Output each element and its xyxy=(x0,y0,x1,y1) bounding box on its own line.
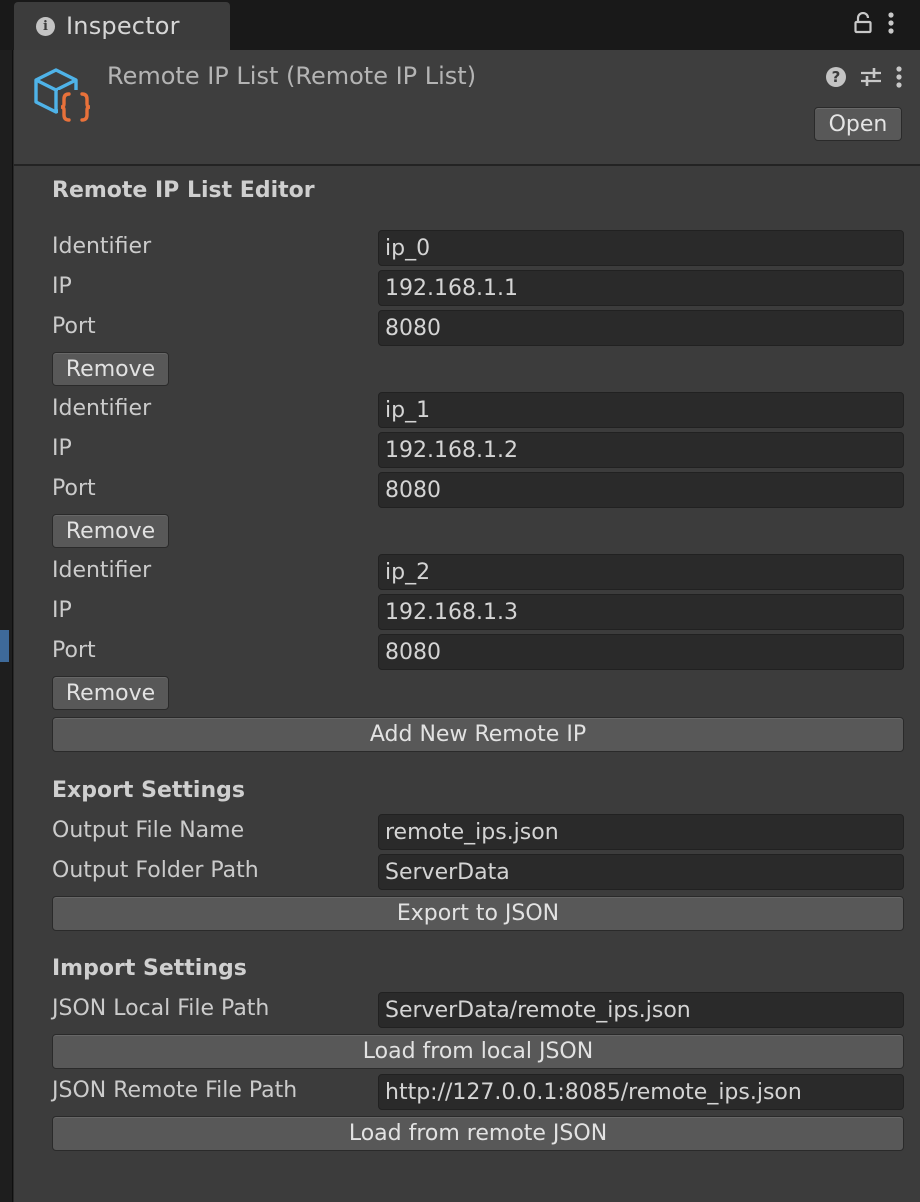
scriptable-object-icon xyxy=(34,68,94,122)
info-icon: i xyxy=(36,16,55,36)
json-local-path-row: JSON Local File Path ServerData/remote_i… xyxy=(52,992,904,1028)
json-remote-path-label: JSON Remote File Path xyxy=(52,1078,298,1103)
help-icon[interactable]: ? xyxy=(826,67,846,87)
port-row: Port 8080 xyxy=(52,472,904,508)
identifier-label: Identifier xyxy=(52,396,152,421)
port-label: Port xyxy=(52,476,96,501)
output-folder-path-field[interactable]: ServerData xyxy=(378,854,904,890)
kebab-menu-icon[interactable] xyxy=(888,12,894,34)
identifier-field[interactable]: ip_0 xyxy=(378,230,904,266)
port-label: Port xyxy=(52,638,96,663)
kebab-menu-icon[interactable] xyxy=(896,66,902,88)
output-file-name-field[interactable]: remote_ips.json xyxy=(378,814,904,850)
left-dock-strip xyxy=(0,50,13,1202)
identifier-row: Identifier ip_2 xyxy=(52,554,904,590)
json-local-path-label: JSON Local File Path xyxy=(52,996,270,1021)
identifier-label: Identifier xyxy=(52,234,152,259)
identifier-field[interactable]: ip_1 xyxy=(378,392,904,428)
port-field[interactable]: 8080 xyxy=(378,310,904,346)
ip-field[interactable]: 192.168.1.2 xyxy=(378,432,904,468)
json-remote-path-field[interactable]: http://127.0.0.1:8085/remote_ips.json xyxy=(378,1074,904,1110)
output-file-name-label: Output File Name xyxy=(52,818,245,843)
tab-title: Inspector xyxy=(66,12,180,40)
ip-row: IP 192.168.1.3 xyxy=(52,594,904,630)
ip-field[interactable]: 192.168.1.3 xyxy=(378,594,904,630)
load-remote-json-button[interactable]: Load from remote JSON xyxy=(52,1116,904,1151)
remove-button[interactable]: Remove xyxy=(52,676,169,710)
identifier-row: Identifier ip_0 xyxy=(52,230,904,266)
port-label: Port xyxy=(52,314,96,339)
section-title-export: Export Settings xyxy=(52,778,245,803)
export-json-button[interactable]: Export to JSON xyxy=(52,896,904,931)
remove-button[interactable]: Remove xyxy=(52,514,169,548)
add-remote-ip-button[interactable]: Add New Remote IP xyxy=(52,717,904,752)
inspector-panel: Remote IP List (Remote IP List) ? Open R… xyxy=(14,50,920,1202)
port-field[interactable]: 8080 xyxy=(378,634,904,670)
tab-inspector[interactable]: i Inspector xyxy=(14,2,230,50)
json-local-path-field[interactable]: ServerData/remote_ips.json xyxy=(378,992,904,1028)
selection-marker xyxy=(0,630,9,662)
tab-bar: i Inspector xyxy=(0,0,920,50)
port-row: Port 8080 xyxy=(52,310,904,346)
asset-title: Remote IP List (Remote IP List) xyxy=(107,62,477,90)
output-folder-path-label: Output Folder Path xyxy=(52,858,259,883)
identifier-field[interactable]: ip_2 xyxy=(378,554,904,590)
header-tools: ? xyxy=(826,66,902,88)
ip-row: IP 192.168.1.2 xyxy=(52,432,904,468)
identifier-label: Identifier xyxy=(52,558,152,583)
remove-button[interactable]: Remove xyxy=(52,352,169,386)
load-local-json-button[interactable]: Load from local JSON xyxy=(52,1034,904,1069)
lock-icon[interactable] xyxy=(854,12,872,34)
open-button[interactable]: Open xyxy=(814,107,902,141)
ip-label: IP xyxy=(52,436,72,461)
port-row: Port 8080 xyxy=(52,634,904,670)
ip-field[interactable]: 192.168.1.1 xyxy=(378,270,904,306)
identifier-row: Identifier ip_1 xyxy=(52,392,904,428)
output-file-name-row: Output File Name remote_ips.json xyxy=(52,814,904,850)
ip-row: IP 192.168.1.1 xyxy=(52,270,904,306)
port-field[interactable]: 8080 xyxy=(378,472,904,508)
ip-label: IP xyxy=(52,274,72,299)
output-folder-path-row: Output Folder Path ServerData xyxy=(52,854,904,890)
section-title-import: Import Settings xyxy=(52,956,247,981)
json-remote-path-row: JSON Remote File Path http://127.0.0.1:8… xyxy=(52,1074,904,1110)
ip-label: IP xyxy=(52,598,72,623)
tab-tools xyxy=(854,12,894,34)
section-title-editor: Remote IP List Editor xyxy=(52,178,315,203)
settings-sliders-icon[interactable] xyxy=(860,67,882,87)
asset-header: Remote IP List (Remote IP List) ? Open xyxy=(14,50,920,166)
